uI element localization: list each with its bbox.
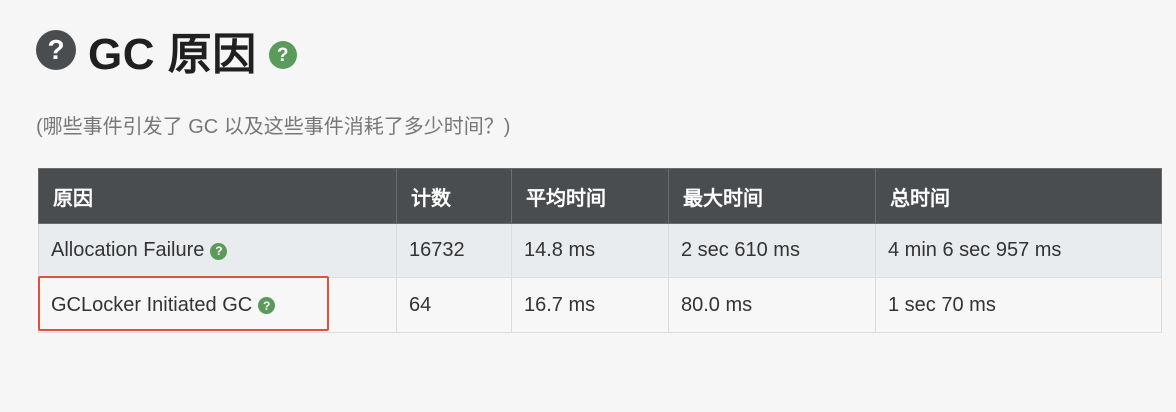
column-header-total-time[interactable]: 总时间 bbox=[875, 168, 1162, 224]
page-header: ? GC 原因 ? bbox=[36, 22, 297, 79]
cause-label: GCLocker Initiated GC bbox=[51, 293, 253, 316]
count-cell: 16732 bbox=[396, 223, 512, 278]
column-header-avg-time[interactable]: 平均时间 bbox=[511, 168, 669, 224]
question-circle-icon[interactable]: ? bbox=[210, 242, 228, 260]
table-row: Allocation Failure? 16732 14.8 ms 2 sec … bbox=[38, 223, 1162, 278]
column-header-max-time[interactable]: 最大时间 bbox=[668, 168, 876, 224]
cause-cell: Allocation Failure? bbox=[38, 223, 397, 278]
page-title: GC 原因 bbox=[88, 30, 257, 79]
cause-label: Allocation Failure bbox=[51, 239, 205, 261]
question-circle-icon[interactable]: ? bbox=[268, 41, 297, 69]
page-subtitle: (哪些事件引发了 GC 以及这些事件消耗了多少时间？) bbox=[36, 116, 511, 138]
total-time-cell: 4 min 6 sec 957 ms bbox=[875, 223, 1162, 278]
table-header-row: 原因 计数 平均时间 最大时间 总时间 bbox=[38, 168, 1162, 224]
avg-time-cell: 16.7 ms bbox=[511, 277, 669, 333]
column-header-count[interactable]: 计数 bbox=[396, 168, 512, 224]
question-circle-icon[interactable]: ? bbox=[258, 297, 276, 314]
total-time-cell: 1 sec 70 ms bbox=[875, 277, 1162, 333]
max-time-cell: 80.0 ms bbox=[668, 277, 876, 333]
count-cell: 64 bbox=[396, 277, 512, 333]
cause-cell: GCLocker Initiated GC? bbox=[38, 277, 397, 333]
gc-cause-table: 原因 计数 平均时间 最大时间 总时间 Allocation Failure? … bbox=[38, 168, 1162, 333]
table-row: GCLocker Initiated GC? 64 16.7 ms 80.0 m… bbox=[38, 277, 1162, 333]
avg-time-cell: 14.8 ms bbox=[511, 223, 669, 278]
column-header-cause[interactable]: 原因 bbox=[38, 168, 397, 224]
max-time-cell: 2 sec 610 ms bbox=[668, 223, 876, 278]
question-circle-icon[interactable]: ? bbox=[36, 30, 76, 70]
